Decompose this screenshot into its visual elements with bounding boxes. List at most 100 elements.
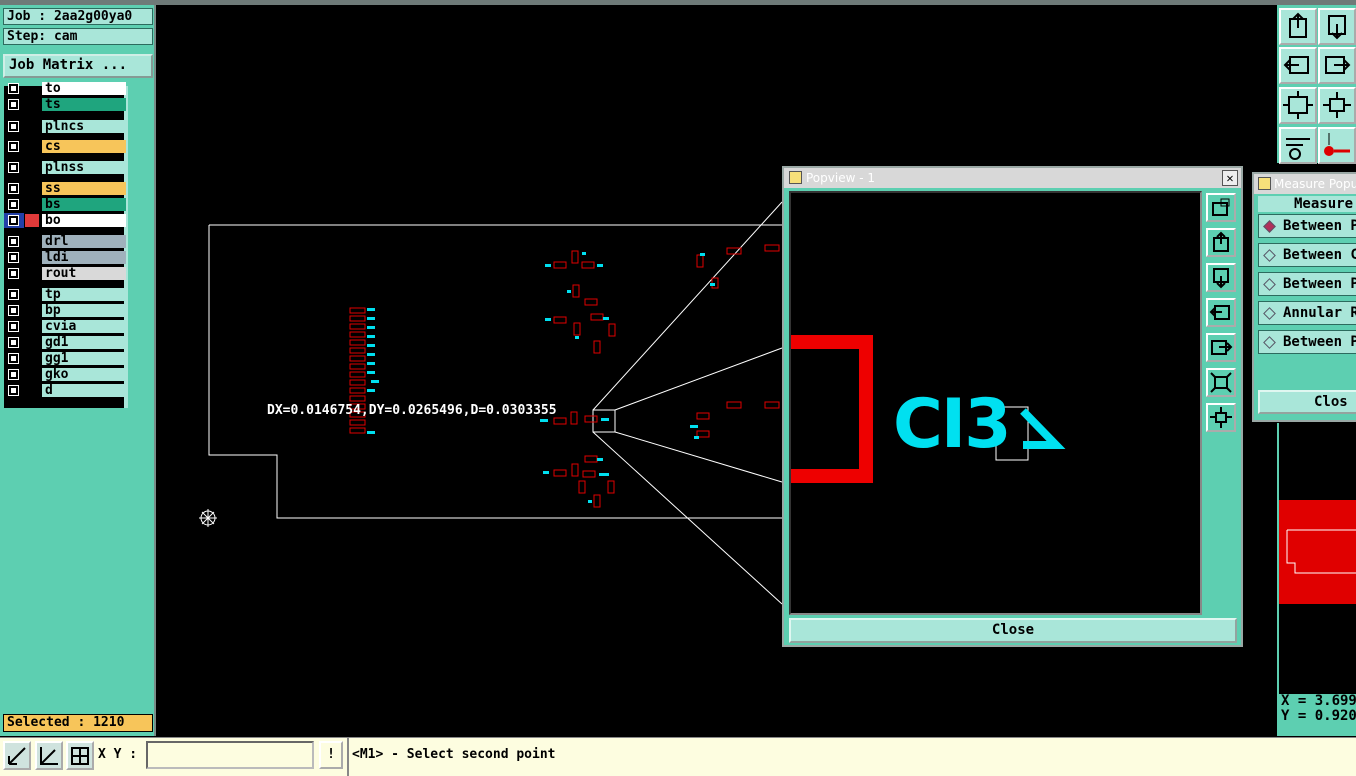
layer-row-gd1[interactable]: gd1: [4, 335, 127, 350]
layer-row-bo[interactable]: bo: [4, 213, 127, 228]
layer-row-cs[interactable]: cs: [4, 139, 127, 154]
layer-name: cs: [42, 140, 126, 153]
measure-option[interactable]: Between P: [1258, 272, 1356, 296]
grid-icon: [71, 747, 89, 765]
zoom-line: [592, 201, 783, 411]
layer-row-ts[interactable]: ts: [4, 97, 127, 112]
layer-row-tp[interactable]: tp: [4, 287, 127, 302]
zoom-out-button[interactable]: [1318, 87, 1356, 124]
popview-window: Popview - 1 ✕ CI3 Close: [782, 166, 1243, 647]
layer-checkbox[interactable]: [8, 215, 19, 226]
measure-option-label: Between C: [1283, 247, 1356, 263]
xy-label: X Y :: [98, 747, 138, 762]
window-menu-icon[interactable]: [1258, 177, 1271, 190]
layer-checkbox[interactable]: [8, 141, 19, 152]
popview-zoom-in-button[interactable]: [1206, 368, 1236, 397]
popview-pan-right-button[interactable]: [1206, 333, 1236, 362]
warning-icon[interactable]: !: [319, 741, 343, 769]
pan-right-icon: [1325, 56, 1351, 74]
layer-checkbox[interactable]: [8, 353, 19, 364]
layer-name: ss: [42, 182, 126, 195]
layer-row-plncs[interactable]: plncs: [4, 119, 127, 134]
xy-input[interactable]: [146, 741, 314, 769]
layer-checkbox[interactable]: [8, 289, 19, 300]
measure-option[interactable]: Between P: [1258, 214, 1356, 238]
layer-checkbox[interactable]: [8, 268, 19, 279]
settings-button[interactable]: [1279, 127, 1317, 164]
measure-mode-button[interactable]: [35, 741, 63, 770]
layer-name: bo: [42, 214, 126, 227]
measure-option-label: Between P: [1283, 218, 1356, 234]
layer-row-bp[interactable]: bp: [4, 303, 127, 318]
layer-name: bp: [42, 304, 126, 317]
zoom-in-button[interactable]: [1279, 87, 1317, 124]
layer-checkbox[interactable]: [8, 321, 19, 332]
popview-zoom-out-button[interactable]: [1206, 403, 1236, 432]
measure-close-button[interactable]: Clos: [1258, 390, 1356, 414]
minimap[interactable]: [1277, 423, 1356, 736]
layer-row-d[interactable]: d: [4, 383, 127, 398]
popview-pan-left-button[interactable]: [1206, 298, 1236, 327]
window-menu-icon[interactable]: [789, 171, 802, 184]
layer-row-bs[interactable]: bs: [4, 197, 127, 212]
layer-checkbox[interactable]: [8, 252, 19, 263]
angle-icon: [40, 747, 58, 765]
measure-option-label: Annular R: [1283, 305, 1356, 321]
selected-count: Selected : 1210: [3, 714, 153, 732]
pan-left-icon: [1283, 56, 1309, 74]
layer-checkbox[interactable]: [8, 162, 19, 173]
zoom-box-button[interactable]: [3, 741, 31, 770]
layer-row-ss[interactable]: ss: [4, 181, 127, 196]
layer-checkbox[interactable]: [8, 385, 19, 396]
component-cluster-right: [696, 244, 780, 438]
layer-row-ldi[interactable]: ldi: [4, 250, 127, 265]
layer-name: tp: [42, 288, 126, 301]
popview-zoom-button[interactable]: [1206, 193, 1236, 222]
layer-checkbox[interactable]: [8, 99, 19, 110]
measure-tool-button[interactable]: [1318, 127, 1356, 164]
popview-pan-up-button[interactable]: [1206, 228, 1236, 257]
measure-option-label: Between P: [1283, 276, 1356, 292]
layer-name: bs: [42, 198, 126, 211]
job-matrix-button[interactable]: Job Matrix ...: [3, 54, 153, 78]
layer-checkbox[interactable]: [8, 236, 19, 247]
pan-right-icon: [1211, 340, 1233, 355]
layer-checkbox[interactable]: [8, 121, 19, 132]
layer-row-to[interactable]: to: [4, 81, 127, 96]
pan-right-button[interactable]: [1318, 47, 1356, 84]
popview-pan-down-button[interactable]: [1206, 263, 1236, 292]
layer-row-cvia[interactable]: cvia: [4, 319, 127, 334]
popview-close-button[interactable]: Close: [789, 618, 1237, 643]
zoomed-silkscreen-text: CI3: [893, 385, 1012, 464]
layer-row-gko[interactable]: gko: [4, 367, 127, 382]
x-coordinate: X = 3.699: [1281, 694, 1356, 709]
measure-option[interactable]: Annular R: [1258, 301, 1356, 325]
layer-checkbox[interactable]: [8, 337, 19, 348]
layer-checkbox[interactable]: [8, 369, 19, 380]
layer-row-plnss[interactable]: plnss: [4, 160, 127, 175]
layer-checkbox[interactable]: [8, 305, 19, 316]
pan-down-icon: [1328, 15, 1346, 40]
layer-checkbox[interactable]: [8, 83, 19, 94]
pan-up-button[interactable]: [1279, 8, 1317, 45]
board-outline-left: [208, 225, 797, 519]
close-icon[interactable]: ✕: [1222, 170, 1238, 186]
layer-name: rout: [42, 267, 126, 280]
layer-name: plncs: [42, 120, 126, 133]
layer-rows: to ts plncs cs plnss ss bs bo drl ldi rout tp bp cvia…: [4, 81, 127, 403]
layer-name: ldi: [42, 251, 126, 264]
grid-button[interactable]: [66, 741, 94, 770]
zoom-in-icon: [1210, 372, 1232, 393]
layer-row-rout[interactable]: rout: [4, 266, 127, 281]
zoomed-pad: [791, 335, 873, 483]
measure-option[interactable]: Between P: [1258, 330, 1356, 354]
layer-checkbox[interactable]: [8, 199, 19, 210]
pan-left-button[interactable]: [1279, 47, 1317, 84]
layer-row-drl[interactable]: drl: [4, 234, 127, 249]
pan-down-icon: [1213, 268, 1229, 289]
pan-down-button[interactable]: [1318, 8, 1356, 45]
measure-option[interactable]: Between C: [1258, 243, 1356, 267]
layer-checkbox[interactable]: [8, 183, 19, 194]
layer-row-gg1[interactable]: gg1: [4, 351, 127, 366]
popview-canvas[interactable]: CI3: [789, 191, 1202, 615]
